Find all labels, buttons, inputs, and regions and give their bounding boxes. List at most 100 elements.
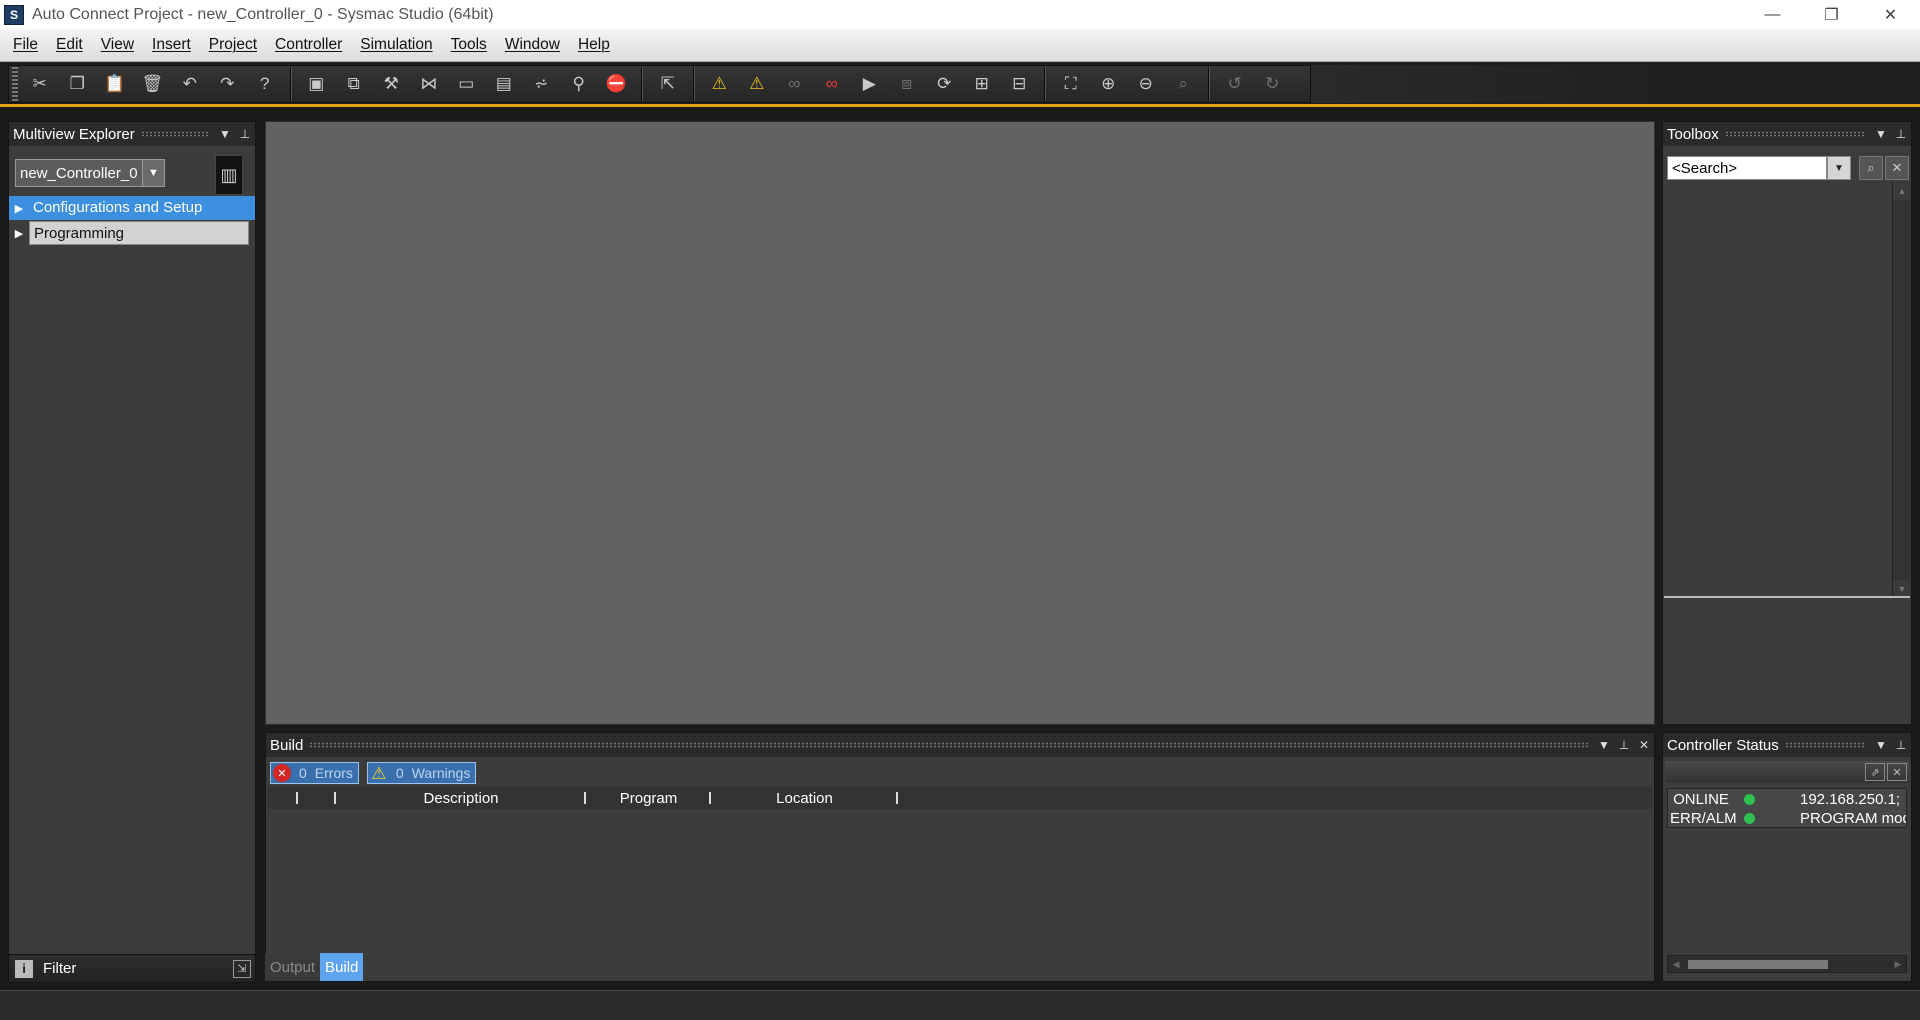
toolbox-list[interactable] (1664, 182, 1892, 598)
menu-insert[interactable]: Insert (143, 36, 200, 54)
transfer-icon[interactable]: ▶ (851, 67, 889, 101)
help-icon[interactable]: ? (246, 67, 284, 101)
build-results-list[interactable] (268, 809, 1652, 947)
tree-item-configurations[interactable]: ▶ Configurations and Setup (9, 196, 255, 220)
menu-window[interactable]: Window (496, 36, 569, 54)
chevron-down-icon[interactable]: ▼ (142, 160, 164, 186)
clear-search-icon[interactable]: ✕ (1885, 156, 1909, 180)
controller-status-title: Controller Status (1667, 736, 1779, 754)
tab-output[interactable]: Output (265, 953, 321, 981)
synchronize-icon[interactable]: ⧈ (888, 67, 926, 101)
status-led-icon (1744, 794, 1755, 805)
column-header-location[interactable]: Location (711, 787, 898, 809)
bottom-tab-strip: Output Build (265, 953, 364, 981)
zoom-reset-icon[interactable]: ⌕ (1165, 67, 1203, 101)
online-connect-icon[interactable]: ⇱ (649, 67, 687, 101)
tab-build[interactable]: Build (320, 953, 364, 981)
controller-select[interactable]: new_Controller_0 ▼ (15, 159, 165, 187)
menu-controller[interactable]: Controller (266, 36, 351, 54)
clear-warning-icon[interactable]: ⚠ (738, 67, 776, 101)
controller-status-scrollbar[interactable]: ◀ ▶ (1667, 955, 1907, 973)
3d-view-icon[interactable]: ▣ (298, 67, 336, 101)
chevron-down-icon[interactable]: ▼ (1827, 156, 1851, 180)
filter-bar[interactable]: i Filter ⇲ (9, 954, 255, 982)
zoom-out-icon[interactable]: ⊖ (1127, 67, 1165, 101)
simulation-stop-icon[interactable]: ⊟ (1001, 67, 1039, 101)
navigate-forward-icon[interactable]: ↻ (1254, 67, 1292, 101)
panel-menu-icon[interactable]: ▼ (215, 127, 235, 141)
data-trace-icon[interactable]: ⩫ (523, 67, 561, 101)
editor-area[interactable] (265, 121, 1655, 725)
filter-expand-icon[interactable]: ⇲ (233, 959, 251, 978)
column-header-icon[interactable] (268, 787, 298, 809)
expand-arrow-icon[interactable]: ▶ (9, 227, 29, 240)
delete-icon[interactable]: 🗑 (134, 67, 172, 101)
pin-icon[interactable]: ⊥ (1614, 738, 1634, 752)
minimize-button[interactable]: — (1743, 0, 1802, 29)
popout-icon[interactable]: ⇗ (1865, 763, 1885, 781)
toolbox-splitter[interactable] (1664, 596, 1910, 598)
table-view-icon[interactable]: ▤ (485, 67, 523, 101)
toolbox-search-input[interactable]: <Search> (1667, 156, 1827, 180)
scroll-right-icon[interactable]: ▶ (1890, 956, 1906, 972)
tree-item-programming[interactable]: ▶ Programming (9, 221, 255, 245)
menu-project[interactable]: Project (200, 36, 266, 54)
errors-filter-button[interactable]: ✕ 0 Errors (270, 762, 359, 784)
toolbox-scrollbar[interactable]: ▲ ▼ (1892, 182, 1911, 598)
controller-select-value: new_Controller_0 (20, 164, 138, 182)
menu-help[interactable]: Help (569, 36, 619, 54)
panel-menu-icon[interactable]: ▼ (1871, 738, 1891, 752)
column-header-description[interactable]: Description (336, 787, 586, 809)
redo-icon[interactable]: ↷ (209, 67, 247, 101)
fit-screen-icon[interactable]: ⛶ (1052, 67, 1090, 101)
copy-icon[interactable]: ❐ (59, 67, 97, 101)
search-icon[interactable]: ⌕ (1859, 156, 1883, 180)
pin-icon[interactable]: ⊥ (235, 127, 255, 141)
filter-label: Filter (43, 960, 77, 977)
menu-tools[interactable]: Tools (442, 36, 496, 54)
status-key: ONLINE (1673, 791, 1729, 808)
column-header-program[interactable]: Program (586, 787, 711, 809)
navigate-back-icon[interactable]: ↺ (1216, 67, 1254, 101)
pin-icon[interactable]: ⊥ (1891, 127, 1911, 141)
cut-icon[interactable]: ✂ (21, 67, 59, 101)
close-icon[interactable]: ✕ (1887, 763, 1907, 781)
errors-count: 0 (299, 765, 307, 781)
scroll-up-icon[interactable]: ▲ (1893, 182, 1911, 200)
controller-device-icon[interactable]: ▥ (215, 155, 243, 195)
restore-button[interactable]: ❐ (1802, 0, 1861, 29)
refresh-icon[interactable]: ⟳ (926, 67, 964, 101)
status-bar (0, 990, 1920, 1020)
scroll-left-icon[interactable]: ◀ (1668, 956, 1684, 972)
find-binoculars-icon[interactable]: ⚲ (560, 67, 598, 101)
panel-menu-icon[interactable]: ▼ (1871, 127, 1891, 141)
build-hammer-icon[interactable]: ⚒ (373, 67, 411, 101)
paste-icon[interactable]: 📋 (96, 67, 134, 101)
close-icon[interactable]: ✕ (1634, 738, 1654, 752)
panel-menu-icon[interactable]: ▼ (1594, 738, 1614, 752)
warnings-filter-button[interactable]: ⚠ 0 Warnings (366, 762, 477, 784)
menu-file[interactable]: File (4, 36, 47, 54)
build-panel: Build ▼ ⊥ ✕ ✕ 0 Errors ⚠ 0 Warnings Desc… (265, 732, 1655, 982)
menu-view[interactable]: View (92, 36, 143, 54)
expand-arrow-icon[interactable]: ▶ (9, 202, 29, 215)
undo-icon[interactable]: ↶ (171, 67, 209, 101)
column-header-number[interactable] (298, 787, 336, 809)
simulation-run-icon[interactable]: ⊞ (963, 67, 1001, 101)
network-config-icon[interactable]: ⋈ (410, 67, 448, 101)
monitor-glasses-icon[interactable]: ∞ (776, 67, 814, 101)
toolbar-grip[interactable] (12, 67, 18, 101)
menu-simulation[interactable]: Simulation (351, 36, 441, 54)
menu-edit[interactable]: Edit (47, 36, 92, 54)
watch-window-icon[interactable]: ▭ (448, 67, 486, 101)
warning-icon[interactable]: ⚠ (701, 67, 739, 101)
stop-monitor-icon[interactable]: ∞ (813, 67, 851, 101)
controller-status-table: ONLINE 192.168.250.1; ERR/ALM PROGRAM mo… (1667, 788, 1907, 828)
scroll-thumb[interactable] (1688, 960, 1828, 969)
cross-reference-icon[interactable]: ⧉ (335, 67, 373, 101)
troubleshoot-icon[interactable]: ⛔ (598, 67, 636, 101)
errors-label: Errors (314, 765, 353, 781)
zoom-in-icon[interactable]: ⊕ (1090, 67, 1128, 101)
close-window-button[interactable]: ✕ (1861, 0, 1920, 29)
pin-icon[interactable]: ⊥ (1891, 738, 1911, 752)
